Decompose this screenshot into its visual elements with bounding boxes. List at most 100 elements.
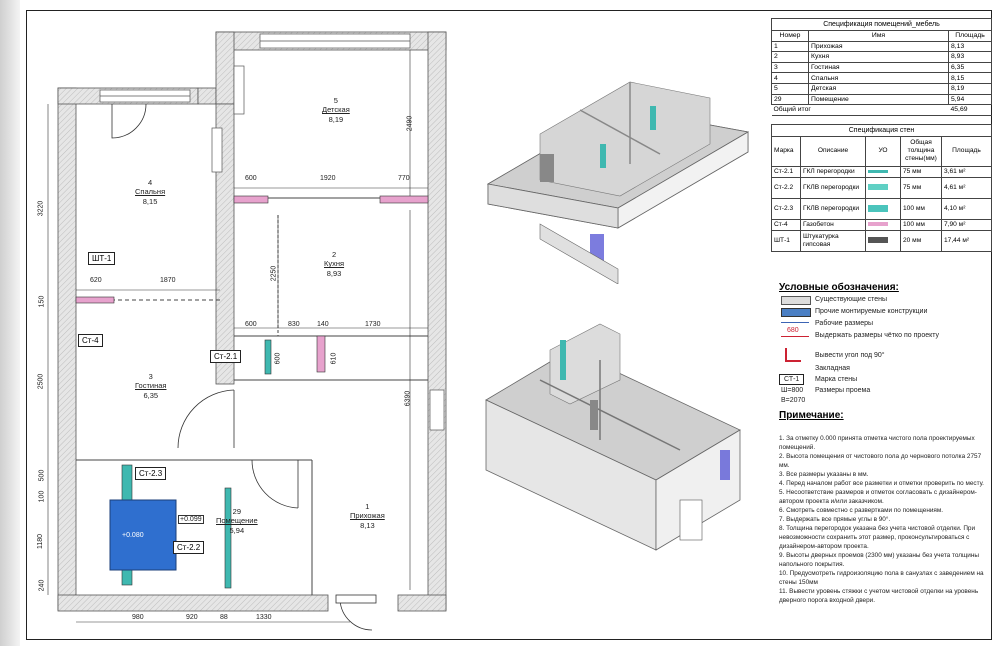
swatch-st4	[868, 222, 888, 226]
swatch-st22	[868, 184, 888, 190]
table-row: 4 Спальня 8,15	[771, 72, 992, 84]
note-item: 3. Все размеры указаны в мм.	[779, 471, 869, 478]
wall-tag-st23: Ст-2.3	[135, 467, 167, 480]
dim-v-2490: 2490	[406, 115, 414, 132]
table-row: Ст-2.2 ГКЛВ перегородки 75 мм 4,61 м²	[771, 176, 992, 199]
table-row: 29 Помещение 5,94	[771, 93, 992, 106]
note-item: 11. Вывести уровень стяжки с учетом чист…	[779, 588, 979, 604]
room-number: 29	[232, 507, 241, 516]
note-item: 9. Высоты дверных проемов (2300 мм) указ…	[779, 552, 979, 568]
dim-mid-140: 140	[317, 321, 329, 328]
dim-top-1920: 1920	[320, 175, 336, 182]
notes-title: Примечание:	[779, 410, 844, 421]
room-label-2: 2 Кухня 8,93	[324, 250, 344, 278]
table-row: Ст-4 Газобетон 100 мм 7,90 м²	[771, 218, 992, 231]
work-dims-line	[781, 322, 809, 323]
table-row: 1 Прихожая 8,13	[771, 40, 992, 53]
col-area: Площадь	[948, 30, 992, 42]
dim-bot-980: 980	[132, 614, 144, 621]
table-row: ШТ-1 Штукатурка гипсовая 20 мм 17,44 м²	[771, 229, 992, 252]
legend-opening-w: Ш=800	[781, 387, 804, 394]
note-item: 8. Толщина перегородок указана без учета…	[779, 525, 976, 550]
room-name: Спальня	[135, 187, 166, 197]
isometric-view-bottom	[485, 323, 741, 551]
angle-90-icon	[785, 348, 801, 362]
note-item: 6. Смотреть совместно с развертками по п…	[779, 507, 944, 514]
room-name: Гостиная	[135, 381, 167, 391]
room-number: 2	[331, 250, 337, 259]
legend-sample-680: 680	[787, 327, 799, 334]
room-number: 3	[148, 372, 153, 381]
room-spec-header: Номер Имя Площадь	[771, 30, 992, 42]
level-mark-080: +0.080	[122, 532, 144, 539]
room-area: 8,15	[142, 196, 158, 206]
room-name: Помещение	[216, 516, 258, 526]
dim-left-2500: 2500	[37, 373, 45, 390]
dim-top-770: 770	[398, 175, 410, 182]
legend-work-dims: Рабочие размеры	[815, 320, 874, 327]
room-label-3: 3 Гостиная 6,35	[135, 372, 166, 400]
room-label-4: 4 Спальня 8,15	[135, 178, 165, 206]
room-label-1: 1 Прихожая 8,13	[350, 502, 385, 530]
table-row: 2 Кухня 8,93	[771, 51, 992, 63]
wall-spec-title: Спецификация стен	[771, 123, 992, 136]
wall-spec-header: Марка Описание УО Общая толщина стены(мм…	[771, 135, 992, 167]
room-name: Детская	[322, 105, 350, 115]
dim-bot-1330: 1330	[256, 614, 272, 621]
exact-dims-line	[781, 336, 809, 337]
dim-bot-920: 920	[186, 614, 198, 621]
dim-v-2250: 2250	[270, 265, 278, 282]
table-row: 3 Гостиная 6,35	[771, 61, 992, 74]
dim-h-620: 620	[90, 277, 102, 284]
wall-spec-table: Марка Описание УО Общая толщина стены(мм…	[771, 135, 992, 252]
photo-frame-edge	[0, 0, 20, 646]
legend-opening-h: В=2070	[781, 397, 806, 404]
room-area: 8,93	[326, 268, 342, 278]
legend-existing: Существующие стены	[815, 296, 888, 303]
col-name: Имя	[808, 30, 949, 42]
room-number: 1	[365, 502, 370, 511]
swatch-sht1	[868, 237, 888, 243]
dim-bot-88: 88	[220, 614, 228, 621]
dim-top-600: 600	[245, 175, 257, 182]
legend-other: Прочие монтируемые конструкции	[815, 308, 928, 315]
swatch-st23	[868, 204, 888, 212]
wall-tag-st22: Ст-2.2	[173, 541, 205, 554]
legend-title: Условные обозначения:	[779, 282, 899, 293]
existing-wall-swatch	[781, 296, 811, 305]
dim-left-240: 240	[38, 579, 46, 592]
wall-tag-st21: Ст-2.1	[210, 350, 242, 363]
dim-mid-830: 830	[288, 321, 300, 328]
dim-v-600: 600	[274, 352, 282, 365]
dim-v-6390: 6390	[404, 390, 412, 407]
legend-angle: Вывести угол под 90°	[815, 352, 885, 359]
table-total-row: Общий итог 45,69	[771, 104, 992, 116]
dim-mid-1730: 1730	[365, 321, 381, 328]
drawing-sheet: 600 1920 770 600 830 140 1730 620 1870 2…	[0, 0, 1000, 646]
dim-left-1180: 1180	[37, 533, 45, 550]
windows	[99, 33, 445, 431]
note-item: 2. Высота помещения от чистового пола до…	[779, 453, 982, 469]
room-number: 4	[147, 178, 153, 187]
table-row: Ст-2.3 ГКЛВ перегородки 100 мм 4,10 м²	[771, 197, 992, 220]
radiator-2	[211, 127, 223, 173]
gas-concrete-walls	[75, 195, 429, 373]
room-label-29: 29 Помещение 5,94	[216, 507, 258, 535]
dim-h-1870: 1870	[160, 277, 176, 284]
note-item: 5. Несоответствие размеров и отметок сог…	[779, 489, 977, 505]
wall-tag-st4: Ст-4	[78, 334, 103, 347]
swatch-st21	[868, 169, 888, 173]
room-area: 8,13	[360, 520, 375, 530]
dim-left-150: 150	[38, 295, 46, 308]
room-area: 5,94	[229, 525, 245, 535]
dim-left-100: 100	[38, 490, 46, 503]
specification-panel: Спецификация помещений_мебель Номер Имя …	[771, 18, 992, 638]
table-row: Ст-2.1 ГКЛ перегородки 75 мм 3,61 м²	[771, 165, 992, 178]
dim-left-3220: 3220	[37, 200, 45, 217]
dim-v-610: 610	[330, 352, 338, 365]
notes-list: 1. За отметку 0.000 принята отметка чист…	[779, 434, 984, 605]
note-item: 4. Перед началом работ все разметки и от…	[779, 480, 984, 487]
col-number: Номер	[771, 30, 809, 42]
legend-opening-dims: Размеры проема	[815, 387, 871, 394]
table-row: 5 Детская 8,19	[771, 82, 992, 95]
